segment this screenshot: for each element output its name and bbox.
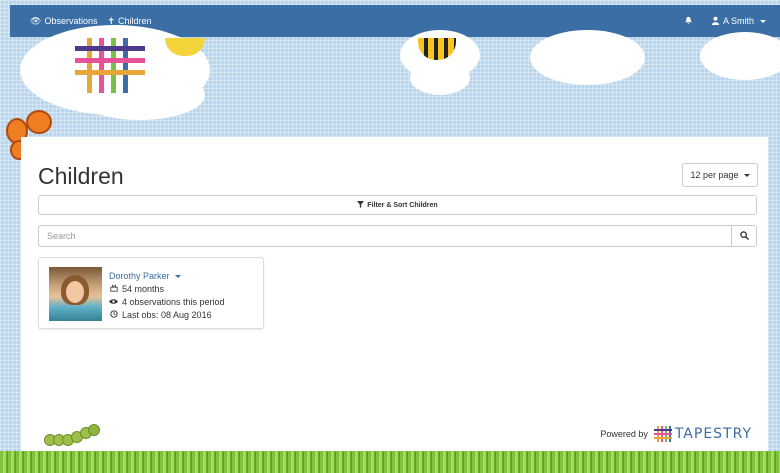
powered-by: Powered by TAPESTRY: [600, 426, 752, 442]
chevron-down-icon: [743, 173, 750, 177]
clock-icon: [109, 309, 118, 322]
search-bar: [38, 225, 757, 247]
cloud-decoration: [700, 32, 780, 80]
child-observations: 4 observations this period: [109, 296, 225, 309]
eye-icon: 👁: [30, 15, 42, 26]
user-icon: [711, 16, 720, 27]
tapestry-brand: TAPESTRY: [674, 426, 752, 442]
powered-by-text: Powered by: [600, 429, 648, 439]
main-panel: Children 12 per page Filter & Sort Child…: [21, 137, 768, 457]
child-name: Dorothy Parker: [109, 271, 170, 281]
page-title: Children: [38, 163, 124, 189]
search-button[interactable]: [731, 225, 757, 247]
child-last-obs: Last obs: 08 Aug 2016: [109, 309, 225, 322]
search-icon: [739, 227, 749, 245]
filter-sort-label: Filter & Sort Children: [367, 201, 438, 209]
tapestry-logo[interactable]: TAPESTRY: [653, 426, 752, 442]
user-menu-label: A Smith: [722, 16, 754, 26]
nav-observations-label: Observations: [44, 16, 98, 26]
child-age-text: 54 months: [122, 284, 165, 294]
child-last-obs-text: Last obs: 08 Aug 2016: [122, 310, 212, 320]
cloud-decoration: [530, 30, 645, 85]
child-info: Dorothy Parker 54 months 4 observations …: [109, 270, 225, 322]
filter-sort-button[interactable]: Filter & Sort Children: [38, 195, 757, 215]
child-observations-text: 4 observations this period: [122, 297, 225, 307]
child-card[interactable]: Dorothy Parker 54 months 4 observations …: [38, 257, 264, 329]
nav-observations[interactable]: 👁 Observations: [30, 16, 97, 26]
tapestry-logo-decoration: [75, 38, 145, 93]
child-photo[interactable]: [49, 267, 102, 321]
chevron-down-icon: [760, 19, 766, 23]
search-input[interactable]: [38, 225, 731, 247]
cloud-decoration: [410, 60, 470, 95]
chevron-down-icon: [174, 275, 181, 278]
eye-icon: [109, 296, 118, 309]
filter-icon: [357, 200, 365, 210]
child-name-link[interactable]: Dorothy Parker: [109, 270, 225, 283]
per-page-label: 12 per page: [690, 170, 739, 180]
user-menu[interactable]: A Smith: [711, 16, 766, 27]
grass-decoration: [0, 451, 780, 473]
birthday-cake-icon: [109, 283, 118, 296]
caterpillar-decoration: [44, 422, 104, 446]
per-page-dropdown[interactable]: 12 per page: [682, 163, 758, 187]
tapestry-mark-icon: [653, 426, 672, 442]
bell-icon[interactable]: [684, 16, 693, 27]
child-age: 54 months: [109, 283, 225, 296]
